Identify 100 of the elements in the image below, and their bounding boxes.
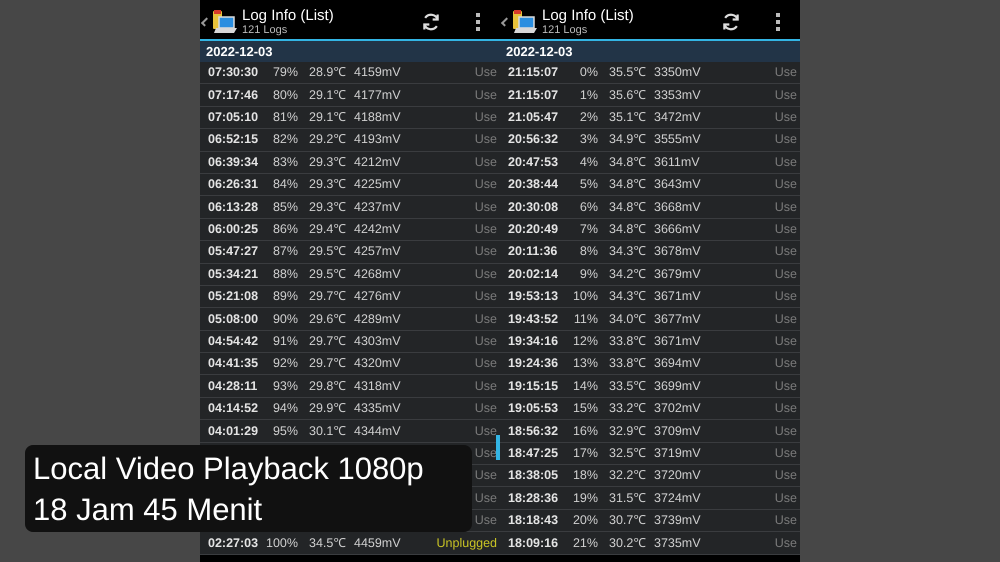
battery-percent: 88% — [272, 266, 298, 283]
temperature: 30.1℃ — [309, 424, 346, 438]
log-time: 05:08:00 — [208, 312, 258, 326]
log-time: 20:02:14 — [508, 266, 558, 281]
log-time: 04:41:35 — [208, 356, 258, 370]
date-header: 2022-12-03 — [206, 42, 272, 61]
menu-icon[interactable] — [776, 12, 780, 30]
battery-percent: 95% — [272, 422, 298, 440]
voltage: 4318mV — [354, 378, 401, 393]
battery-percent: 13% — [572, 355, 598, 372]
voltage: 3699mV — [654, 378, 701, 393]
temperature: 34.3℃ — [609, 289, 646, 304]
battery-percent: 1% — [580, 86, 598, 104]
battery-percent: 20% — [572, 512, 598, 530]
temperature: 29.4℃ — [309, 222, 346, 236]
usage-status: Use — [774, 288, 797, 306]
back-chevron-icon[interactable] — [200, 16, 210, 26]
usage-status: Use — [774, 512, 797, 530]
log-count: 121 Logs — [542, 24, 588, 36]
temperature: 30.2℃ — [609, 536, 646, 550]
voltage: 3472mV — [654, 110, 701, 124]
usage-status: Use — [474, 490, 497, 507]
battery-percent: 19% — [572, 490, 598, 507]
usage-status: Use — [774, 378, 797, 395]
usage-status: Use — [774, 64, 797, 82]
log-time: 18:38:05 — [508, 468, 558, 482]
usage-status: Use — [474, 467, 497, 484]
battery-percent: 85% — [272, 198, 298, 216]
temperature: 29.8℃ — [309, 378, 346, 393]
log-time: 07:17:46 — [208, 88, 258, 102]
log-time: 19:15:15 — [508, 378, 558, 393]
log-time: 18:56:32 — [508, 424, 558, 438]
temperature: 34.3℃ — [609, 244, 646, 258]
log-time: 18:09:16 — [508, 536, 558, 550]
battery-percent: 100% — [266, 534, 298, 552]
log-time: 21:15:07 — [508, 88, 558, 102]
scrollbar-thumb — [496, 435, 500, 460]
log-time: 19:43:52 — [508, 312, 558, 326]
voltage: 3350mV — [654, 65, 701, 80]
refresh-icon[interactable] — [721, 12, 741, 32]
usage-status: Use — [474, 444, 497, 462]
battery-percent: 15% — [572, 400, 598, 418]
voltage: 3668mV — [654, 200, 701, 214]
menu-icon[interactable] — [476, 12, 480, 30]
voltage: 4177mV — [354, 88, 401, 102]
usage-status: Use — [774, 422, 797, 440]
voltage: 4320mV — [354, 356, 401, 370]
usage-status: Use — [774, 198, 797, 216]
usage-status: Use — [774, 467, 797, 484]
log-time: 20:20:49 — [508, 222, 558, 236]
log-time: 19:34:16 — [508, 334, 558, 348]
temperature: 33.5℃ — [609, 378, 646, 393]
usage-status: Use — [774, 131, 797, 148]
battery-percent: 91% — [272, 333, 298, 350]
voltage: 4257mV — [354, 244, 401, 258]
voltage: 4289mV — [354, 312, 401, 326]
voltage: 4159mV — [354, 65, 401, 80]
voltage: 4193mV — [354, 132, 401, 146]
temperature: 34.8℃ — [609, 154, 646, 169]
log-time: 18:28:36 — [508, 490, 558, 505]
log-time: 19:05:53 — [508, 401, 558, 416]
usage-status: Use — [774, 333, 797, 350]
log-time: 04:14:52 — [208, 401, 258, 416]
battery-percent: 82% — [272, 131, 298, 148]
temperature: 33.8℃ — [609, 334, 646, 348]
voltage: 3677mV — [654, 312, 701, 326]
temperature: 29.5℃ — [309, 244, 346, 258]
temperature: 35.6℃ — [609, 88, 646, 102]
battery-percent: 7% — [580, 221, 598, 238]
voltage: 3671mV — [654, 334, 701, 348]
usage-status: Use — [474, 512, 497, 530]
log-time: 04:28:11 — [208, 378, 258, 393]
battery-percent: 17% — [572, 444, 598, 462]
temperature: 34.5℃ — [309, 536, 346, 550]
usage-status: Use — [474, 355, 497, 372]
temperature: 29.1℃ — [309, 110, 346, 124]
usage-status: Use — [474, 266, 497, 283]
usage-status: Use — [474, 422, 497, 440]
usage-status: Use — [774, 310, 797, 328]
log-time: 06:39:34 — [208, 154, 258, 169]
battery-percent: 83% — [272, 154, 298, 171]
voltage: 4212mV — [354, 154, 401, 169]
voltage: 4344mV — [354, 424, 401, 438]
voltage: 3666mV — [654, 222, 701, 236]
voltage: 4225mV — [354, 177, 401, 192]
voltage: 4459mV — [354, 536, 401, 550]
voltage: 4188mV — [354, 110, 401, 124]
battery-percent: 84% — [272, 176, 298, 194]
battery-percent: 11% — [574, 310, 598, 328]
temperature: 33.2℃ — [609, 401, 646, 416]
battery-percent: 5% — [580, 176, 598, 194]
back-chevron-icon[interactable] — [500, 16, 510, 26]
usage-status: Use — [474, 109, 497, 126]
log-time: 05:47:27 — [208, 244, 258, 258]
temperature: 29.3℃ — [309, 154, 346, 169]
log-time: 06:13:28 — [208, 200, 258, 214]
refresh-icon[interactable] — [421, 12, 441, 32]
voltage: 3678mV — [654, 244, 701, 258]
battery-percent: 18% — [572, 467, 598, 484]
voltage: 3671mV — [654, 289, 701, 304]
